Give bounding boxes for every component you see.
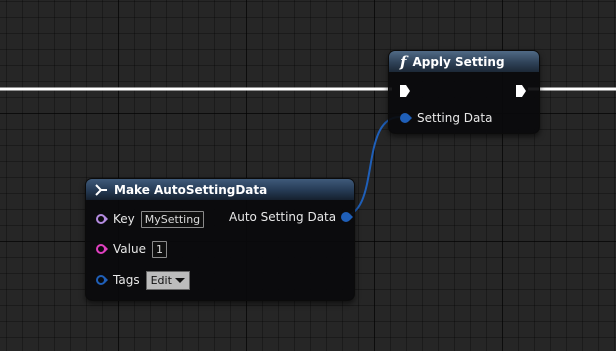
auto-setting-data-label: Auto Setting Data [229, 210, 337, 224]
make-struct-icon [95, 183, 107, 196]
key-label: Key [113, 212, 135, 226]
exec-in-pin-icon[interactable] [399, 84, 411, 98]
setting-data-input-row: Setting Data [399, 109, 492, 127]
apply-setting-node[interactable]: f Apply Setting Setting Data [388, 50, 540, 134]
make-autosettingdata-title: Make AutoSettingData [114, 182, 268, 197]
exec-out-pin-icon[interactable] [515, 84, 527, 98]
value-input-row: Value 1 [95, 240, 167, 258]
apply-setting-header[interactable]: f Apply Setting [389, 51, 539, 72]
setting-data-pin-icon[interactable] [399, 112, 413, 124]
key-pin-icon[interactable] [95, 213, 109, 225]
tags-dropdown[interactable]: Edit [145, 270, 190, 290]
key-input-row: Key MySetting [95, 210, 205, 228]
value-pin-icon[interactable] [95, 243, 109, 255]
apply-setting-title: Apply Setting [412, 54, 505, 69]
tags-label: Tags [113, 273, 140, 287]
make-autosettingdata-header[interactable]: Make AutoSettingData [86, 179, 354, 200]
tags-dropdown-value: Edit [150, 273, 172, 287]
tags-input-row: Tags Edit [95, 270, 190, 290]
exec-out-row [515, 82, 527, 100]
make-autosettingdata-node[interactable]: Make AutoSettingData Key MySetting Value… [85, 178, 355, 301]
value-label: Value [113, 242, 146, 256]
blueprint-graph-canvas[interactable]: f Apply Setting Setting Data Make AutoSe… [0, 0, 616, 351]
exec-in-row [399, 82, 411, 100]
auto-setting-data-pin-icon[interactable] [340, 211, 354, 223]
tags-pin-icon[interactable] [95, 274, 109, 286]
auto-setting-data-output-row: Auto Setting Data [229, 208, 354, 226]
value-value-field[interactable]: 1 [151, 240, 167, 258]
chevron-down-icon [174, 277, 185, 283]
function-icon: f [400, 52, 407, 71]
key-value-field[interactable]: MySetting [140, 210, 205, 228]
setting-data-label: Setting Data [417, 111, 493, 125]
